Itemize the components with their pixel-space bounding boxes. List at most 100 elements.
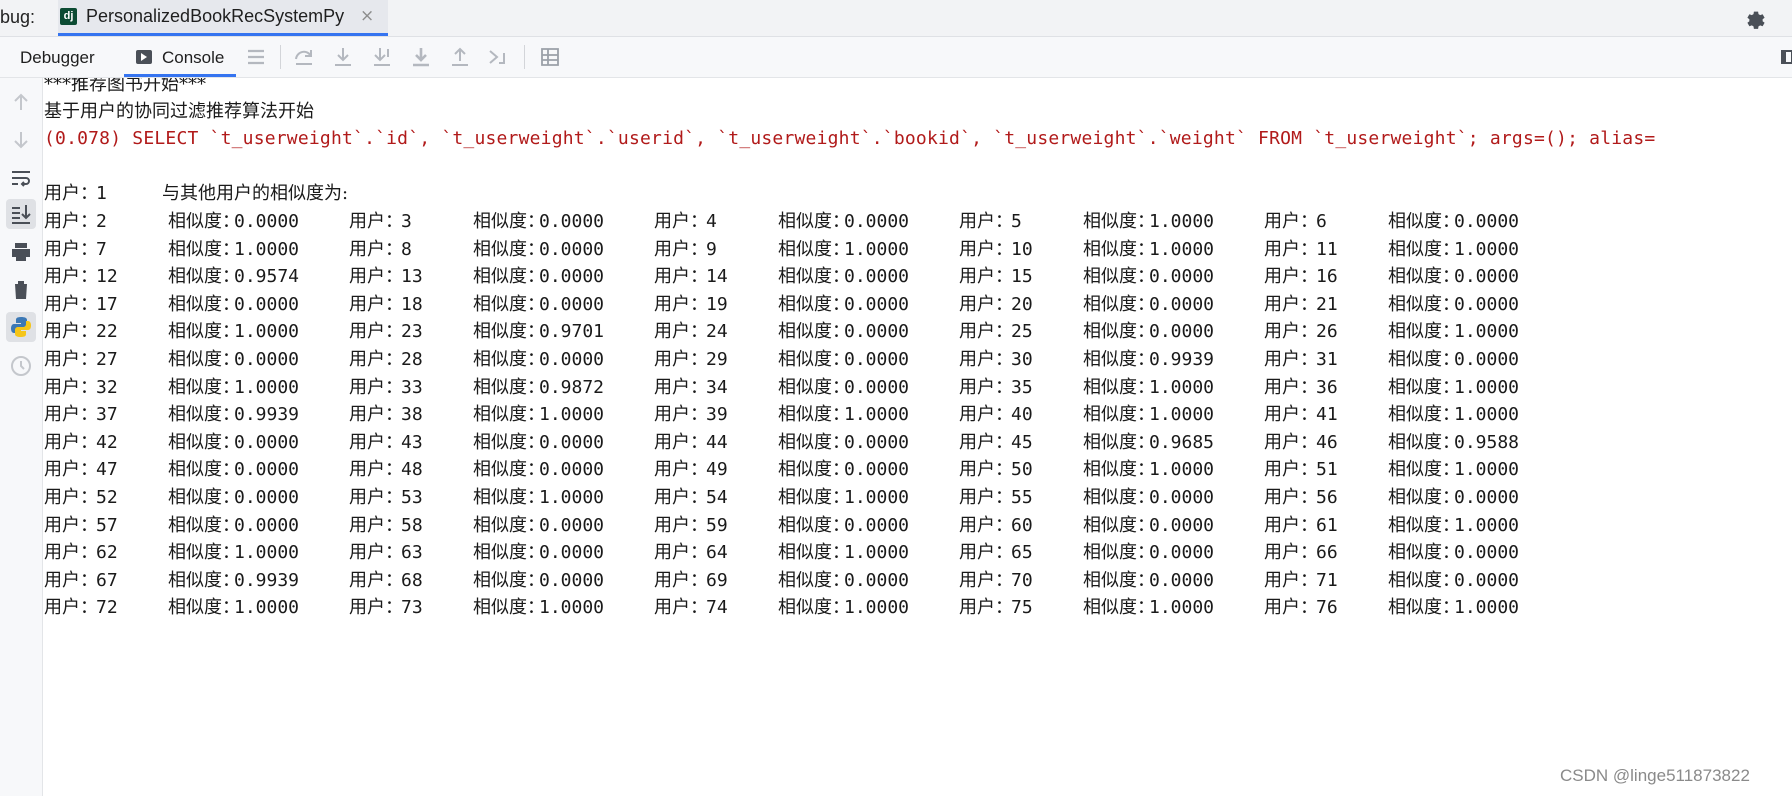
user-id: 25 bbox=[1011, 321, 1033, 343]
similarity-value: 1.0000 bbox=[539, 597, 605, 619]
similarity-label: 相似度： bbox=[1083, 459, 1155, 481]
trash-icon[interactable] bbox=[9, 278, 33, 302]
similarity-value: 0.0000 bbox=[539, 431, 605, 453]
similarity-value: 0.0000 bbox=[844, 349, 910, 370]
run-config-tab[interactable]: dj PersonalizedBookRecSystemPy × bbox=[58, 0, 388, 36]
step-into-icon[interactable] bbox=[331, 45, 355, 69]
user-label: 用户： bbox=[959, 459, 1013, 481]
toolbar-separator bbox=[524, 45, 525, 69]
user-label: 用户： bbox=[959, 514, 1013, 536]
similarity-label: 相似度： bbox=[473, 514, 545, 536]
similarity-row: 用户： 32 相似度： 1.0000 用户： 33 相似度： 0.9872 用户： 34 相似度： 0… bbox=[44, 375, 1792, 401]
user-label: 用户： bbox=[44, 293, 98, 315]
user-id: 1 bbox=[96, 183, 107, 204]
similarity-value: 1.0000 bbox=[844, 542, 910, 564]
step-over-icon[interactable] bbox=[292, 45, 316, 69]
similarity-label: 相似度： bbox=[1388, 349, 1460, 370]
user-label: 用户： bbox=[1264, 376, 1318, 398]
similarity-value: 0.0000 bbox=[234, 293, 300, 315]
user-label: 用户： bbox=[959, 569, 1013, 591]
similarity-label: 相似度： bbox=[1083, 376, 1155, 398]
user-id: 72 bbox=[96, 597, 118, 619]
force-step-into-icon[interactable] bbox=[409, 45, 433, 69]
similarity-value: 0.9685 bbox=[1149, 431, 1215, 453]
similarity-row: 用户： 42 相似度： 0.0000 用户： 43 相似度： 0.0000 用户： 44 相似度： 0… bbox=[44, 430, 1792, 456]
user-id: 41 bbox=[1316, 404, 1338, 426]
user-label: 用户： bbox=[654, 459, 708, 481]
user-label: 用户： bbox=[44, 542, 98, 564]
user-label: 用户： bbox=[44, 211, 98, 232]
step-out-icon[interactable] bbox=[448, 45, 472, 69]
user-label: 用户： bbox=[654, 266, 708, 288]
similarity-value: 1.0000 bbox=[539, 404, 605, 426]
similarity-label: 相似度： bbox=[778, 321, 850, 343]
user-label: 用户： bbox=[349, 569, 403, 591]
print-icon[interactable] bbox=[9, 240, 33, 264]
similarity-label: 相似度： bbox=[473, 321, 545, 343]
active-tab-indicator bbox=[58, 33, 388, 36]
user-id: 49 bbox=[706, 459, 728, 481]
python-console-button[interactable] bbox=[6, 312, 36, 342]
user-id: 23 bbox=[401, 321, 423, 343]
user-label: 用户： bbox=[44, 514, 98, 536]
similarity-value: 0.0000 bbox=[1454, 487, 1520, 508]
similarity-label: 相似度： bbox=[168, 266, 240, 288]
gear-icon[interactable] bbox=[1742, 6, 1766, 30]
similarity-value: 0.0000 bbox=[234, 211, 300, 232]
soft-wrap-icon[interactable] bbox=[9, 166, 33, 190]
python-console-icon bbox=[11, 317, 31, 337]
similarity-label: 相似度： bbox=[1083, 597, 1155, 619]
user-label: 用户： bbox=[654, 293, 708, 315]
similarity-value: 1.0000 bbox=[1454, 597, 1520, 619]
similarity-row: 用户： 2 相似度： 0.0000 用户： 3 相似度： 0.0000 用户： 4 相似度： 0.00… bbox=[44, 209, 1792, 235]
run-to-cursor-icon[interactable] bbox=[487, 45, 511, 69]
similarity-row: 用户： 67 相似度： 0.9939 用户： 68 相似度： 0.0000 用户： 69 相似度： 0… bbox=[44, 568, 1792, 594]
tab-debugger[interactable]: Debugger bbox=[18, 37, 118, 77]
similarity-value: 0.0000 bbox=[844, 514, 910, 536]
similarity-label: 相似度： bbox=[473, 597, 545, 619]
user-label: 用户： bbox=[349, 459, 403, 481]
scroll-to-end-icon bbox=[12, 205, 31, 224]
close-icon[interactable]: × bbox=[360, 6, 374, 26]
similarity-label: 相似度： bbox=[1083, 404, 1155, 426]
similarity-label: 相似度： bbox=[778, 349, 850, 370]
user-id: 8 bbox=[401, 238, 412, 260]
similarity-label: 相似度： bbox=[1388, 459, 1460, 481]
user-id: 16 bbox=[1316, 266, 1338, 288]
similarity-label: 相似度： bbox=[1388, 431, 1460, 453]
menu-icon[interactable] bbox=[244, 45, 268, 69]
user-id: 56 bbox=[1316, 487, 1338, 508]
tab-console[interactable]: Console bbox=[124, 37, 236, 77]
user-label: 用户： bbox=[959, 211, 1013, 232]
evaluate-table-icon[interactable] bbox=[538, 45, 562, 69]
user-id: 58 bbox=[401, 514, 423, 536]
similarity-label: 相似度： bbox=[1388, 597, 1460, 619]
console-output[interactable]: ***推荐图书开始*** 基于用户的协同过滤推荐算法开始 (0.078) SEL… bbox=[44, 78, 1792, 796]
user-id: 42 bbox=[96, 431, 118, 453]
down-arrow-icon[interactable] bbox=[9, 128, 33, 152]
similarity-row: 用户： 27 相似度： 0.0000 用户： 28 相似度： 0.0000 用户： 29 相似度： 0… bbox=[44, 347, 1792, 373]
user-id: 48 bbox=[401, 459, 423, 481]
user-label: 用户： bbox=[1264, 404, 1318, 426]
user-label: 用户： bbox=[959, 266, 1013, 288]
similarity-row: 用户： 22 相似度： 1.0000 用户： 23 相似度： 0.9701 用户： 24 相似度： 0… bbox=[44, 319, 1792, 345]
scroll-to-end-button[interactable] bbox=[6, 199, 36, 229]
similarity-value: 1.0000 bbox=[1454, 376, 1520, 398]
similarity-label: 相似度： bbox=[1388, 569, 1460, 591]
history-icon[interactable] bbox=[9, 354, 33, 378]
similarity-value: 0.0000 bbox=[1454, 293, 1520, 315]
console-side-toolbar bbox=[0, 78, 43, 796]
similarity-label: 相似度： bbox=[778, 542, 850, 564]
user-label: 用户： bbox=[44, 321, 98, 343]
similarity-value: 0.9588 bbox=[1454, 431, 1520, 453]
similarity-label: 相似度： bbox=[778, 459, 850, 481]
layout-icon[interactable] bbox=[1780, 48, 1792, 66]
user-label: 用户： bbox=[1264, 349, 1318, 370]
similarity-label: 相似度： bbox=[1083, 211, 1155, 232]
user-id: 2 bbox=[96, 211, 107, 232]
similarity-row: 用户： 52 相似度： 0.0000 用户： 53 相似度： 1.0000 用户： 54 相似度： 1… bbox=[44, 485, 1792, 511]
up-arrow-icon[interactable] bbox=[9, 90, 33, 114]
similarity-value: 0.0000 bbox=[234, 431, 300, 453]
step-into-my-code-icon[interactable] bbox=[370, 45, 394, 69]
similarity-value: 0.0000 bbox=[1149, 293, 1215, 315]
